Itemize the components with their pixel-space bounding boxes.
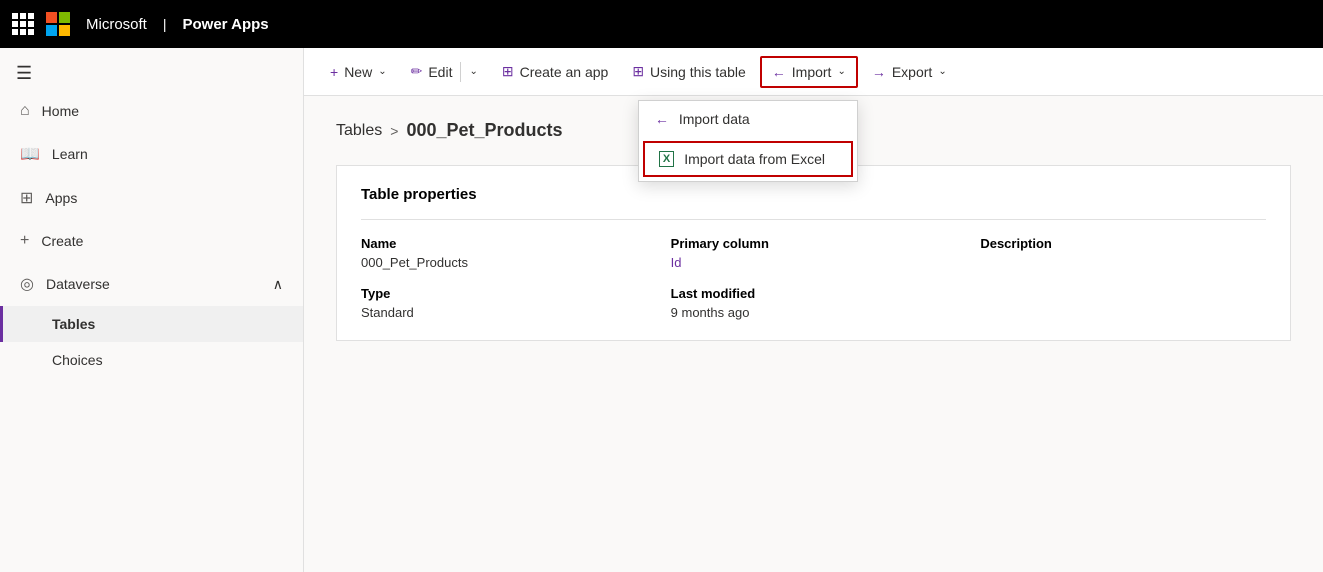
edit-button[interactable]: ✏ Edit ⌄ — [401, 56, 488, 88]
hamburger-icon: ☰ — [16, 63, 32, 83]
appname-label: Power Apps — [182, 16, 268, 33]
dataverse-icon: ◎ — [20, 274, 34, 294]
create-icon: + — [20, 232, 29, 250]
export-chevron-icon: ⌄ — [938, 66, 946, 77]
prop-primary-column: Primary column Id — [671, 236, 957, 270]
using-table-label: Using this table — [650, 64, 746, 80]
sidebar-item-learn-label: Learn — [52, 146, 88, 162]
prop-type: Type Standard — [361, 286, 647, 320]
prop-last-modified-label: Last modified — [671, 286, 957, 301]
create-app-label: Create an app — [520, 64, 609, 80]
table-properties-card: Table properties Name 000_Pet_Products P… — [336, 165, 1291, 341]
breadcrumb-parent[interactable]: Tables — [336, 122, 382, 140]
breadcrumb-separator: > — [390, 123, 398, 139]
sidebar-item-create[interactable]: + Create — [0, 220, 303, 262]
topbar: Microsoft | Power Apps — [0, 0, 1323, 48]
excel-icon: X — [659, 151, 674, 167]
import-excel-item[interactable]: X Import data from Excel — [643, 141, 853, 177]
main-area: + New ⌄ ✏ Edit ⌄ ⊞ Create an app ⊞ Using… — [304, 48, 1323, 572]
sidebar-item-create-label: Create — [41, 233, 83, 249]
new-button[interactable]: + New ⌄ — [320, 58, 397, 86]
create-app-button[interactable]: ⊞ Create an app — [492, 57, 618, 86]
waffle-menu[interactable] — [12, 13, 34, 35]
prop-primary-column-value[interactable]: Id — [671, 255, 957, 270]
prop-name-value: 000_Pet_Products — [361, 255, 647, 270]
import-data-item[interactable]: ← Import data — [639, 101, 857, 137]
apps-icon: ⊞ — [20, 188, 33, 208]
edit-chevron-icon: ⌄ — [469, 66, 477, 77]
props-divider — [361, 219, 1266, 220]
prop-description: Description — [980, 236, 1266, 270]
import-label: Import — [792, 64, 832, 80]
prop-type-value: Standard — [361, 305, 647, 320]
export-icon: → — [872, 64, 886, 80]
learn-icon: 📖 — [20, 144, 40, 164]
sidebar-item-dataverse-label: Dataverse — [46, 276, 110, 292]
edit-separator — [460, 62, 461, 82]
prop-last-modified-value: 9 months ago — [671, 305, 957, 320]
hamburger-button[interactable]: ☰ — [0, 48, 303, 90]
breadcrumb-current: 000_Pet_Products — [406, 120, 562, 141]
prop-last-modified: Last modified 9 months ago — [671, 286, 957, 320]
sidebar-sub-item-tables[interactable]: Tables — [0, 306, 303, 342]
table-properties-title: Table properties — [361, 186, 1266, 203]
export-button[interactable]: → Export ⌄ — [862, 58, 957, 86]
dataverse-chevron-icon: ∧ — [273, 276, 283, 293]
prop-description-label: Description — [980, 236, 1266, 251]
prop-name: Name 000_Pet_Products — [361, 236, 647, 270]
sidebar-item-learn[interactable]: 📖 Learn — [0, 132, 303, 176]
sidebar-nav: ⌂ Home 📖 Learn ⊞ Apps + Create ◎ Dataver… — [0, 90, 303, 378]
prop-primary-column-label: Primary column — [671, 236, 957, 251]
import-button[interactable]: ← Import ⌄ — [760, 56, 858, 88]
sidebar-item-home-label: Home — [42, 103, 79, 119]
sidebar-sub-item-choices[interactable]: Choices — [0, 342, 303, 378]
edit-icon: ✏ — [411, 63, 423, 80]
using-table-icon: ⊞ — [632, 63, 644, 80]
edit-label: Edit — [428, 64, 452, 80]
import-data-label: Import data — [679, 111, 750, 127]
new-icon: + — [330, 64, 338, 80]
sidebar-item-apps[interactable]: ⊞ Apps — [0, 176, 303, 220]
sidebar-sub-choices-label: Choices — [52, 352, 103, 368]
import-data-icon: ← — [655, 111, 669, 127]
home-icon: ⌂ — [20, 102, 30, 120]
sidebar-item-dataverse[interactable]: ◎ Dataverse ∧ — [0, 262, 303, 306]
import-menu: ← Import data X Import data from Excel — [638, 100, 858, 182]
import-chevron-icon: ⌄ — [837, 66, 845, 77]
sidebar: ☰ ⌂ Home 📖 Learn ⊞ Apps + Create ◎ — [0, 48, 304, 572]
prop-type-label: Type — [361, 286, 647, 301]
props-grid: Name 000_Pet_Products Primary column Id … — [361, 236, 1266, 320]
brand-label: Microsoft — [86, 16, 147, 33]
export-label: Export — [892, 64, 932, 80]
import-excel-label: Import data from Excel — [684, 151, 825, 167]
using-table-button[interactable]: ⊞ Using this table — [622, 57, 755, 86]
sidebar-item-home[interactable]: ⌂ Home — [0, 90, 303, 132]
microsoft-logo — [46, 12, 70, 36]
import-dropdown-container: ← Import ⌄ ← Import data X Import data f… — [760, 56, 858, 88]
toolbar: + New ⌄ ✏ Edit ⌄ ⊞ Create an app ⊞ Using… — [304, 48, 1323, 96]
prop-name-label: Name — [361, 236, 647, 251]
create-app-icon: ⊞ — [502, 63, 514, 80]
sidebar-item-apps-label: Apps — [45, 190, 77, 206]
import-icon: ← — [772, 64, 786, 80]
sidebar-sub-tables-label: Tables — [52, 316, 95, 332]
new-label: New — [344, 64, 372, 80]
new-chevron-icon: ⌄ — [378, 66, 386, 77]
